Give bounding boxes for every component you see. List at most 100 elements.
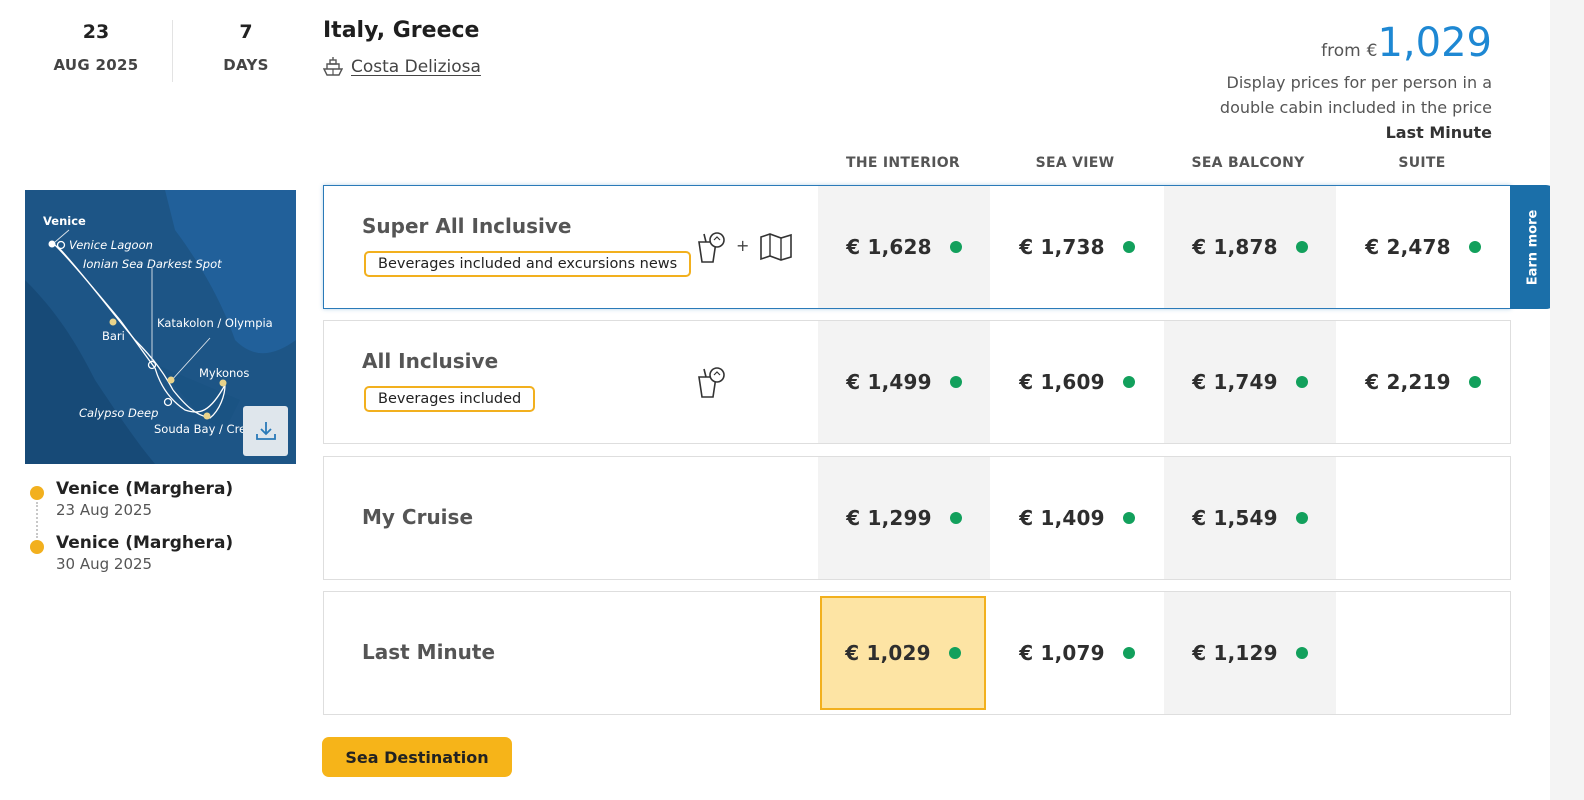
ship-name: Costa Deliziosa xyxy=(351,57,481,77)
price-amount: € 1,878 xyxy=(1192,235,1278,259)
map-label-calypso-deep: Calypso Deep xyxy=(79,406,159,420)
perk-plus: + xyxy=(736,236,750,255)
fare-row-last-minute[interactable]: Last Minute € 1,029 € 1,079 € 1,129 xyxy=(323,591,1511,715)
price-amount: € 1,749 xyxy=(1192,370,1278,394)
price-cell-suite[interactable]: € 2,219 xyxy=(1337,321,1509,443)
price-amount: € 2,478 xyxy=(1365,235,1451,259)
itinerary-list: Venice (Marghera) 23 Aug 2025 Venice (Ma… xyxy=(30,478,233,586)
price-cell-interior[interactable]: € 1,499 xyxy=(818,321,990,443)
price-cell-sea-view[interactable]: € 1,738 xyxy=(991,186,1163,308)
page: 23 AUG 2025 7 DAYS Italy, Greece Costa D… xyxy=(0,0,1556,800)
price-cell-sea-balcony[interactable]: € 1,749 xyxy=(1164,321,1336,443)
available-dot-icon xyxy=(1295,241,1308,253)
price-cell-sea-view[interactable]: € 1,609 xyxy=(991,321,1163,443)
drinks-icon xyxy=(698,367,725,398)
price-amount: € 2,219 xyxy=(1365,370,1451,394)
map-label-venice-lagoon: Venice Lagoon xyxy=(69,238,153,252)
price-note-line-1: Display prices for per person in a xyxy=(1226,73,1492,92)
sea-destination-button[interactable]: Sea Destination xyxy=(322,737,512,777)
fare-row-super-all-inclusive[interactable]: Super All Inclusive Beverages included a… xyxy=(323,185,1511,309)
price-amount: € 1,549 xyxy=(1192,506,1278,530)
stop-date: 30 Aug 2025 xyxy=(56,555,153,573)
available-dot-icon xyxy=(1295,512,1308,524)
price-cell-suite[interactable]: € 2,478 xyxy=(1337,186,1509,308)
available-dot-icon xyxy=(949,512,962,524)
duration-unit: DAYS xyxy=(223,56,269,74)
fare-name: My Cruise xyxy=(362,505,474,529)
map-label-bari: Bari xyxy=(102,329,125,343)
available-dot-icon xyxy=(1122,512,1135,524)
available-dot-icon xyxy=(1122,647,1135,659)
download-icon xyxy=(255,422,276,440)
price-cell-interior-selected[interactable]: € 1,029 xyxy=(820,596,986,710)
available-dot-icon xyxy=(1295,647,1308,659)
fare-name: All Inclusive xyxy=(362,349,499,373)
price-cell-interior[interactable]: € 1,299 xyxy=(818,457,990,579)
available-dot-icon xyxy=(1468,376,1481,388)
ship-icon xyxy=(323,57,343,76)
price-cell-sea-balcony[interactable]: € 1,878 xyxy=(1164,186,1336,308)
cabin-header-suite: SUITE xyxy=(1398,155,1446,171)
destination-title: Italy, Greece xyxy=(323,18,480,43)
map-icon xyxy=(760,233,792,261)
fare-badge: Beverages included xyxy=(364,386,536,412)
itinerary-map[interactable]: Venice Venice Lagoon Ionian Sea Darkest … xyxy=(25,190,296,464)
fare-name: Last Minute xyxy=(362,640,496,664)
price-tag: Last Minute xyxy=(1385,123,1492,142)
map-label-mykonos: Mykonos xyxy=(199,366,250,380)
available-dot-icon xyxy=(1122,376,1135,388)
price-amount: € 1,628 xyxy=(846,235,932,259)
from-price: 1,029 xyxy=(1377,20,1492,66)
price-amount: € 1,129 xyxy=(1192,641,1278,665)
departure-month: AUG 2025 xyxy=(53,56,139,74)
price-cell-sea-balcony[interactable]: € 1,129 xyxy=(1164,592,1336,714)
price-summary: from € 1,029 Display prices for per pers… xyxy=(1220,18,1492,145)
fare-name: Super All Inclusive xyxy=(362,214,572,238)
cabin-header-sea-view: SEA VIEW xyxy=(1035,155,1115,171)
earn-more-label: Earn more xyxy=(1525,209,1541,285)
price-cell-sea-view[interactable]: € 1,079 xyxy=(991,592,1163,714)
price-note-line-2: double cabin included in the price xyxy=(1219,98,1492,117)
price-amount: € 1,079 xyxy=(1019,641,1105,665)
drinks-icon xyxy=(698,232,725,263)
price-amount: € 1,609 xyxy=(1019,370,1105,394)
fare-row-my-cruise[interactable]: My Cruise € 1,299 € 1,409 € 1,549 xyxy=(323,456,1511,580)
cabin-header-interior: THE INTERIOR xyxy=(845,155,960,171)
stop-marker-icon xyxy=(30,540,44,554)
from-label: from xyxy=(1321,41,1361,61)
departure-day: 23 xyxy=(82,21,110,43)
available-dot-icon xyxy=(949,241,962,253)
download-map-button[interactable] xyxy=(243,406,288,456)
price-amount: € 1,409 xyxy=(1019,506,1105,530)
ship-link[interactable]: Costa Deliziosa xyxy=(323,56,481,78)
map-label-ionian-sea: Ionian Sea Darkest Spot xyxy=(83,257,222,271)
fare-row-all-inclusive[interactable]: All Inclusive Beverages included € 1,499… xyxy=(323,320,1511,444)
stop-marker-icon xyxy=(30,486,44,500)
stop-port: Venice (Marghera) xyxy=(56,479,234,499)
from-currency: € xyxy=(1366,41,1378,61)
available-dot-icon xyxy=(1295,376,1308,388)
price-amount: € 1,499 xyxy=(846,370,932,394)
stop-port: Venice (Marghera) xyxy=(56,533,234,553)
available-dot-icon xyxy=(1468,241,1481,253)
price-cell-sea-balcony[interactable]: € 1,549 xyxy=(1164,457,1336,579)
price-amount: € 1,738 xyxy=(1019,235,1105,259)
itinerary-stop: Venice (Marghera) 23 Aug 2025 xyxy=(30,478,233,532)
available-dot-icon xyxy=(949,376,962,388)
map-label-katakolon: Katakolon / Olympia xyxy=(157,316,273,330)
cruise-duration: 7 DAYS xyxy=(171,18,321,74)
cabin-header-sea-balcony: SEA BALCONY xyxy=(1191,155,1305,171)
available-dot-icon xyxy=(1122,241,1135,253)
fare-badge: Beverages included and excursions news xyxy=(364,251,692,277)
price-cell-interior[interactable]: € 1,628 xyxy=(818,186,990,308)
stop-date: 23 Aug 2025 xyxy=(56,501,153,519)
price-amount: € 1,029 xyxy=(845,641,931,665)
available-dot-icon xyxy=(948,647,961,659)
itinerary-stop: Venice (Marghera) 30 Aug 2025 xyxy=(30,532,233,586)
price-amount: € 1,299 xyxy=(846,506,932,530)
departure-date: 23 AUG 2025 xyxy=(21,18,171,74)
page-edge xyxy=(1550,0,1584,800)
price-cell-sea-view[interactable]: € 1,409 xyxy=(991,457,1163,579)
map-label-venice: Venice xyxy=(43,214,86,228)
duration-value: 7 xyxy=(239,21,253,43)
